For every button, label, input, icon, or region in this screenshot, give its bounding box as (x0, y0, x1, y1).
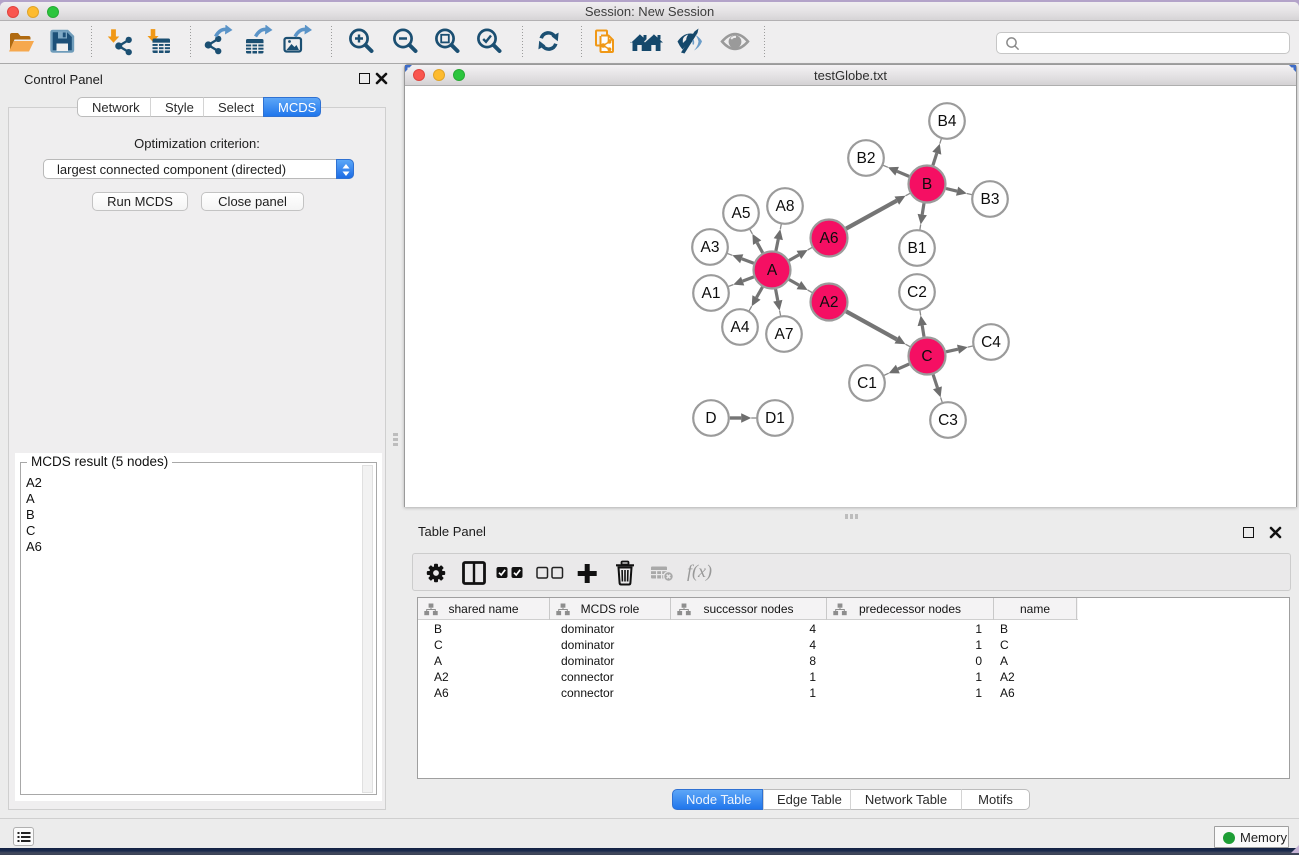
svg-text:A: A (767, 262, 778, 279)
svg-text:C3: C3 (938, 412, 958, 429)
svg-text:A5: A5 (732, 205, 751, 222)
svg-text:C1: C1 (857, 375, 877, 392)
svg-text:A2: A2 (820, 294, 839, 311)
svg-text:A6: A6 (820, 230, 839, 247)
svg-text:A1: A1 (702, 285, 721, 302)
svg-text:B: B (922, 176, 932, 193)
svg-text:C2: C2 (907, 284, 927, 301)
svg-text:D: D (705, 410, 716, 427)
svg-text:A3: A3 (701, 239, 720, 256)
svg-text:C: C (921, 348, 932, 365)
svg-text:B3: B3 (981, 191, 1000, 208)
svg-text:B2: B2 (857, 150, 876, 167)
svg-text:D1: D1 (765, 410, 785, 427)
svg-text:C4: C4 (981, 334, 1001, 351)
svg-text:B1: B1 (908, 240, 927, 257)
svg-text:B4: B4 (938, 113, 957, 130)
svg-text:A8: A8 (776, 198, 795, 215)
svg-text:A4: A4 (731, 319, 750, 336)
svg-text:A7: A7 (775, 326, 794, 343)
